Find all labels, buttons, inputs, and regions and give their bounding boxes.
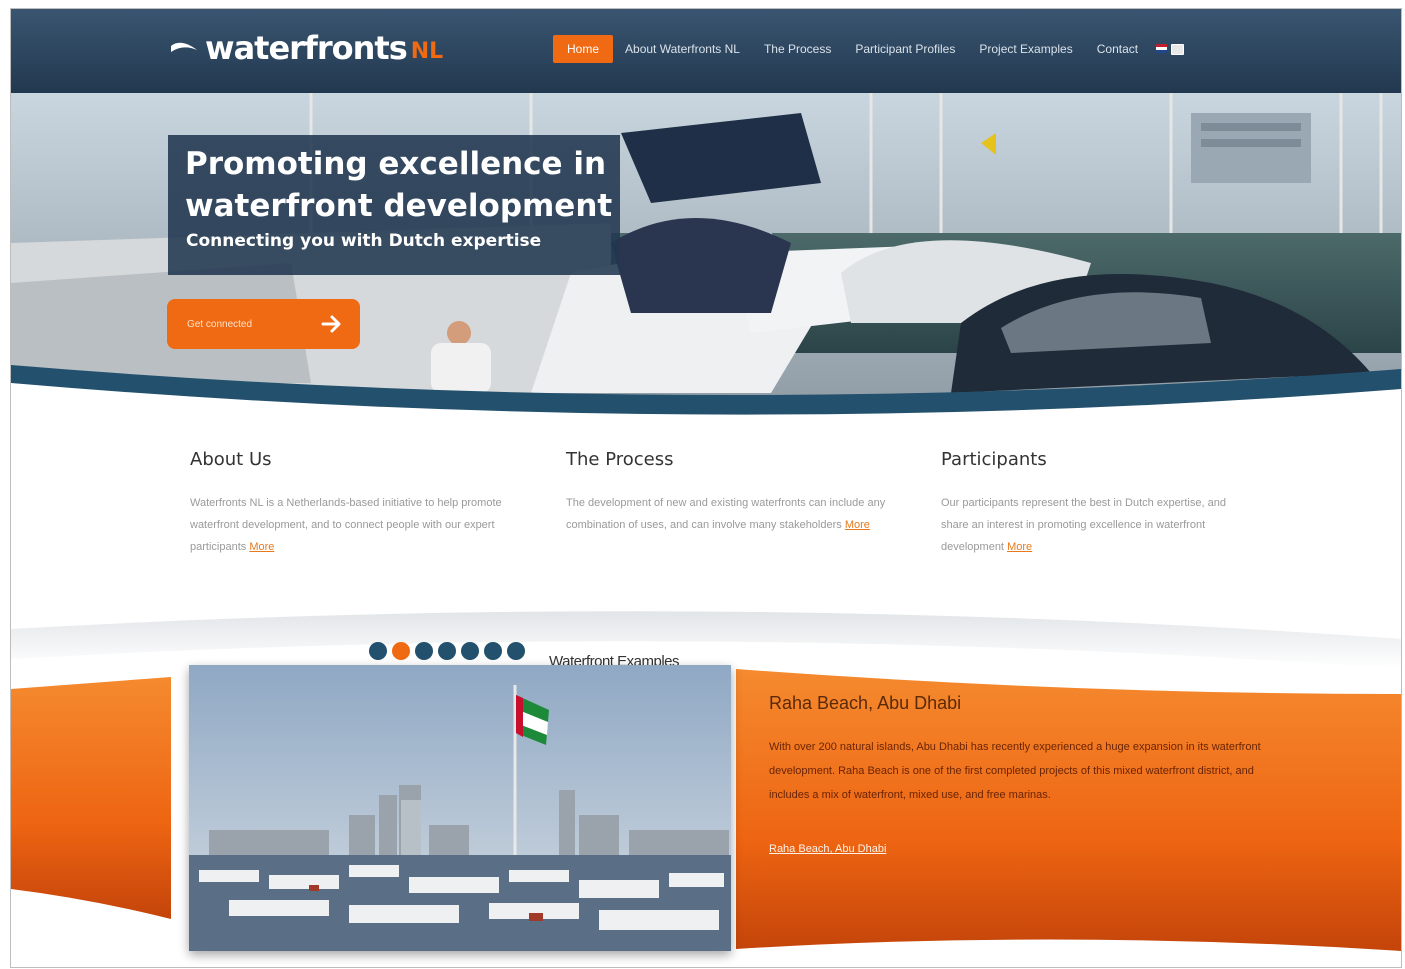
- slide-dot[interactable]: [484, 642, 502, 660]
- process-body: The development of new and existing wate…: [566, 497, 886, 531]
- main-nav: Home About Waterfronts NL The Process Pa…: [553, 35, 1185, 63]
- about-us-body: Waterfronts NL is a Netherlands-based in…: [190, 497, 502, 553]
- nav-project-examples[interactable]: Project Examples: [967, 35, 1084, 63]
- abu-dhabi-photo[interactable]: [189, 665, 731, 951]
- cta-label: Get connected: [187, 318, 253, 330]
- hero-subtitle: Connecting you with Dutch expertise: [186, 231, 542, 251]
- swoosh-icon: [171, 42, 197, 52]
- hero-tagline-box: Promoting excellence in waterfront devel…: [168, 135, 620, 275]
- example-heading: Raha Beach, Abu Dhabi: [769, 693, 962, 713]
- participants-more-link[interactable]: More: [1007, 541, 1032, 553]
- slide-dot[interactable]: [507, 642, 525, 660]
- participants-text: Our participants represent the best in D…: [941, 492, 1251, 558]
- page-frame: waterfronts NL Home About Waterfronts NL…: [10, 8, 1402, 968]
- example-text: With over 200 natural islands, Abu Dhabi…: [769, 741, 1261, 801]
- nav-process[interactable]: The Process: [752, 35, 843, 63]
- about-us-column: About Us Waterfronts NL is a Netherlands…: [190, 449, 530, 558]
- get-connected-button[interactable]: Get connected: [167, 299, 360, 349]
- slide-dot[interactable]: [415, 642, 433, 660]
- nav-home[interactable]: Home: [553, 35, 614, 63]
- hero-banner: Promoting excellence in waterfront devel…: [11, 93, 1401, 423]
- participants-heading: Participants: [941, 449, 1047, 470]
- nav-about[interactable]: About Waterfronts NL: [613, 35, 752, 63]
- slide-dot[interactable]: [369, 642, 387, 660]
- language-switcher: [1156, 43, 1185, 55]
- process-column: The Process The development of new and e…: [566, 449, 896, 536]
- about-us-more-link[interactable]: More: [249, 541, 274, 553]
- logo-suffix: NL: [410, 38, 444, 64]
- hero-title: Promoting excellence in waterfront devel…: [185, 146, 613, 224]
- about-us-text: Waterfronts NL is a Netherlands-based in…: [190, 492, 530, 558]
- slide-dot[interactable]: [461, 642, 479, 660]
- nav-contact[interactable]: Contact: [1085, 35, 1150, 63]
- participants-column: Participants Our participants represent …: [941, 449, 1251, 558]
- process-more-link[interactable]: More: [845, 519, 870, 531]
- process-text: The development of new and existing wate…: [566, 492, 896, 536]
- participants-body: Our participants represent the best in D…: [941, 497, 1226, 553]
- example-link[interactable]: Raha Beach, Abu Dhabi: [769, 843, 886, 855]
- site-logo[interactable]: waterfronts NL: [169, 23, 443, 73]
- nl-flag-icon[interactable]: [1156, 43, 1168, 53]
- site-header: waterfronts NL Home About Waterfronts NL…: [11, 9, 1401, 93]
- nav-participant-profiles[interactable]: Participant Profiles: [843, 35, 967, 63]
- slider-dots: [369, 642, 525, 660]
- process-heading: The Process: [566, 449, 674, 470]
- about-us-heading: About Us: [190, 449, 272, 470]
- arrow-right-icon: [321, 315, 341, 333]
- uk-flag-icon[interactable]: [1171, 43, 1185, 55]
- logo-text: waterfronts: [205, 29, 408, 67]
- slide-dot-active[interactable]: [392, 642, 410, 660]
- slide-dot[interactable]: [438, 642, 456, 660]
